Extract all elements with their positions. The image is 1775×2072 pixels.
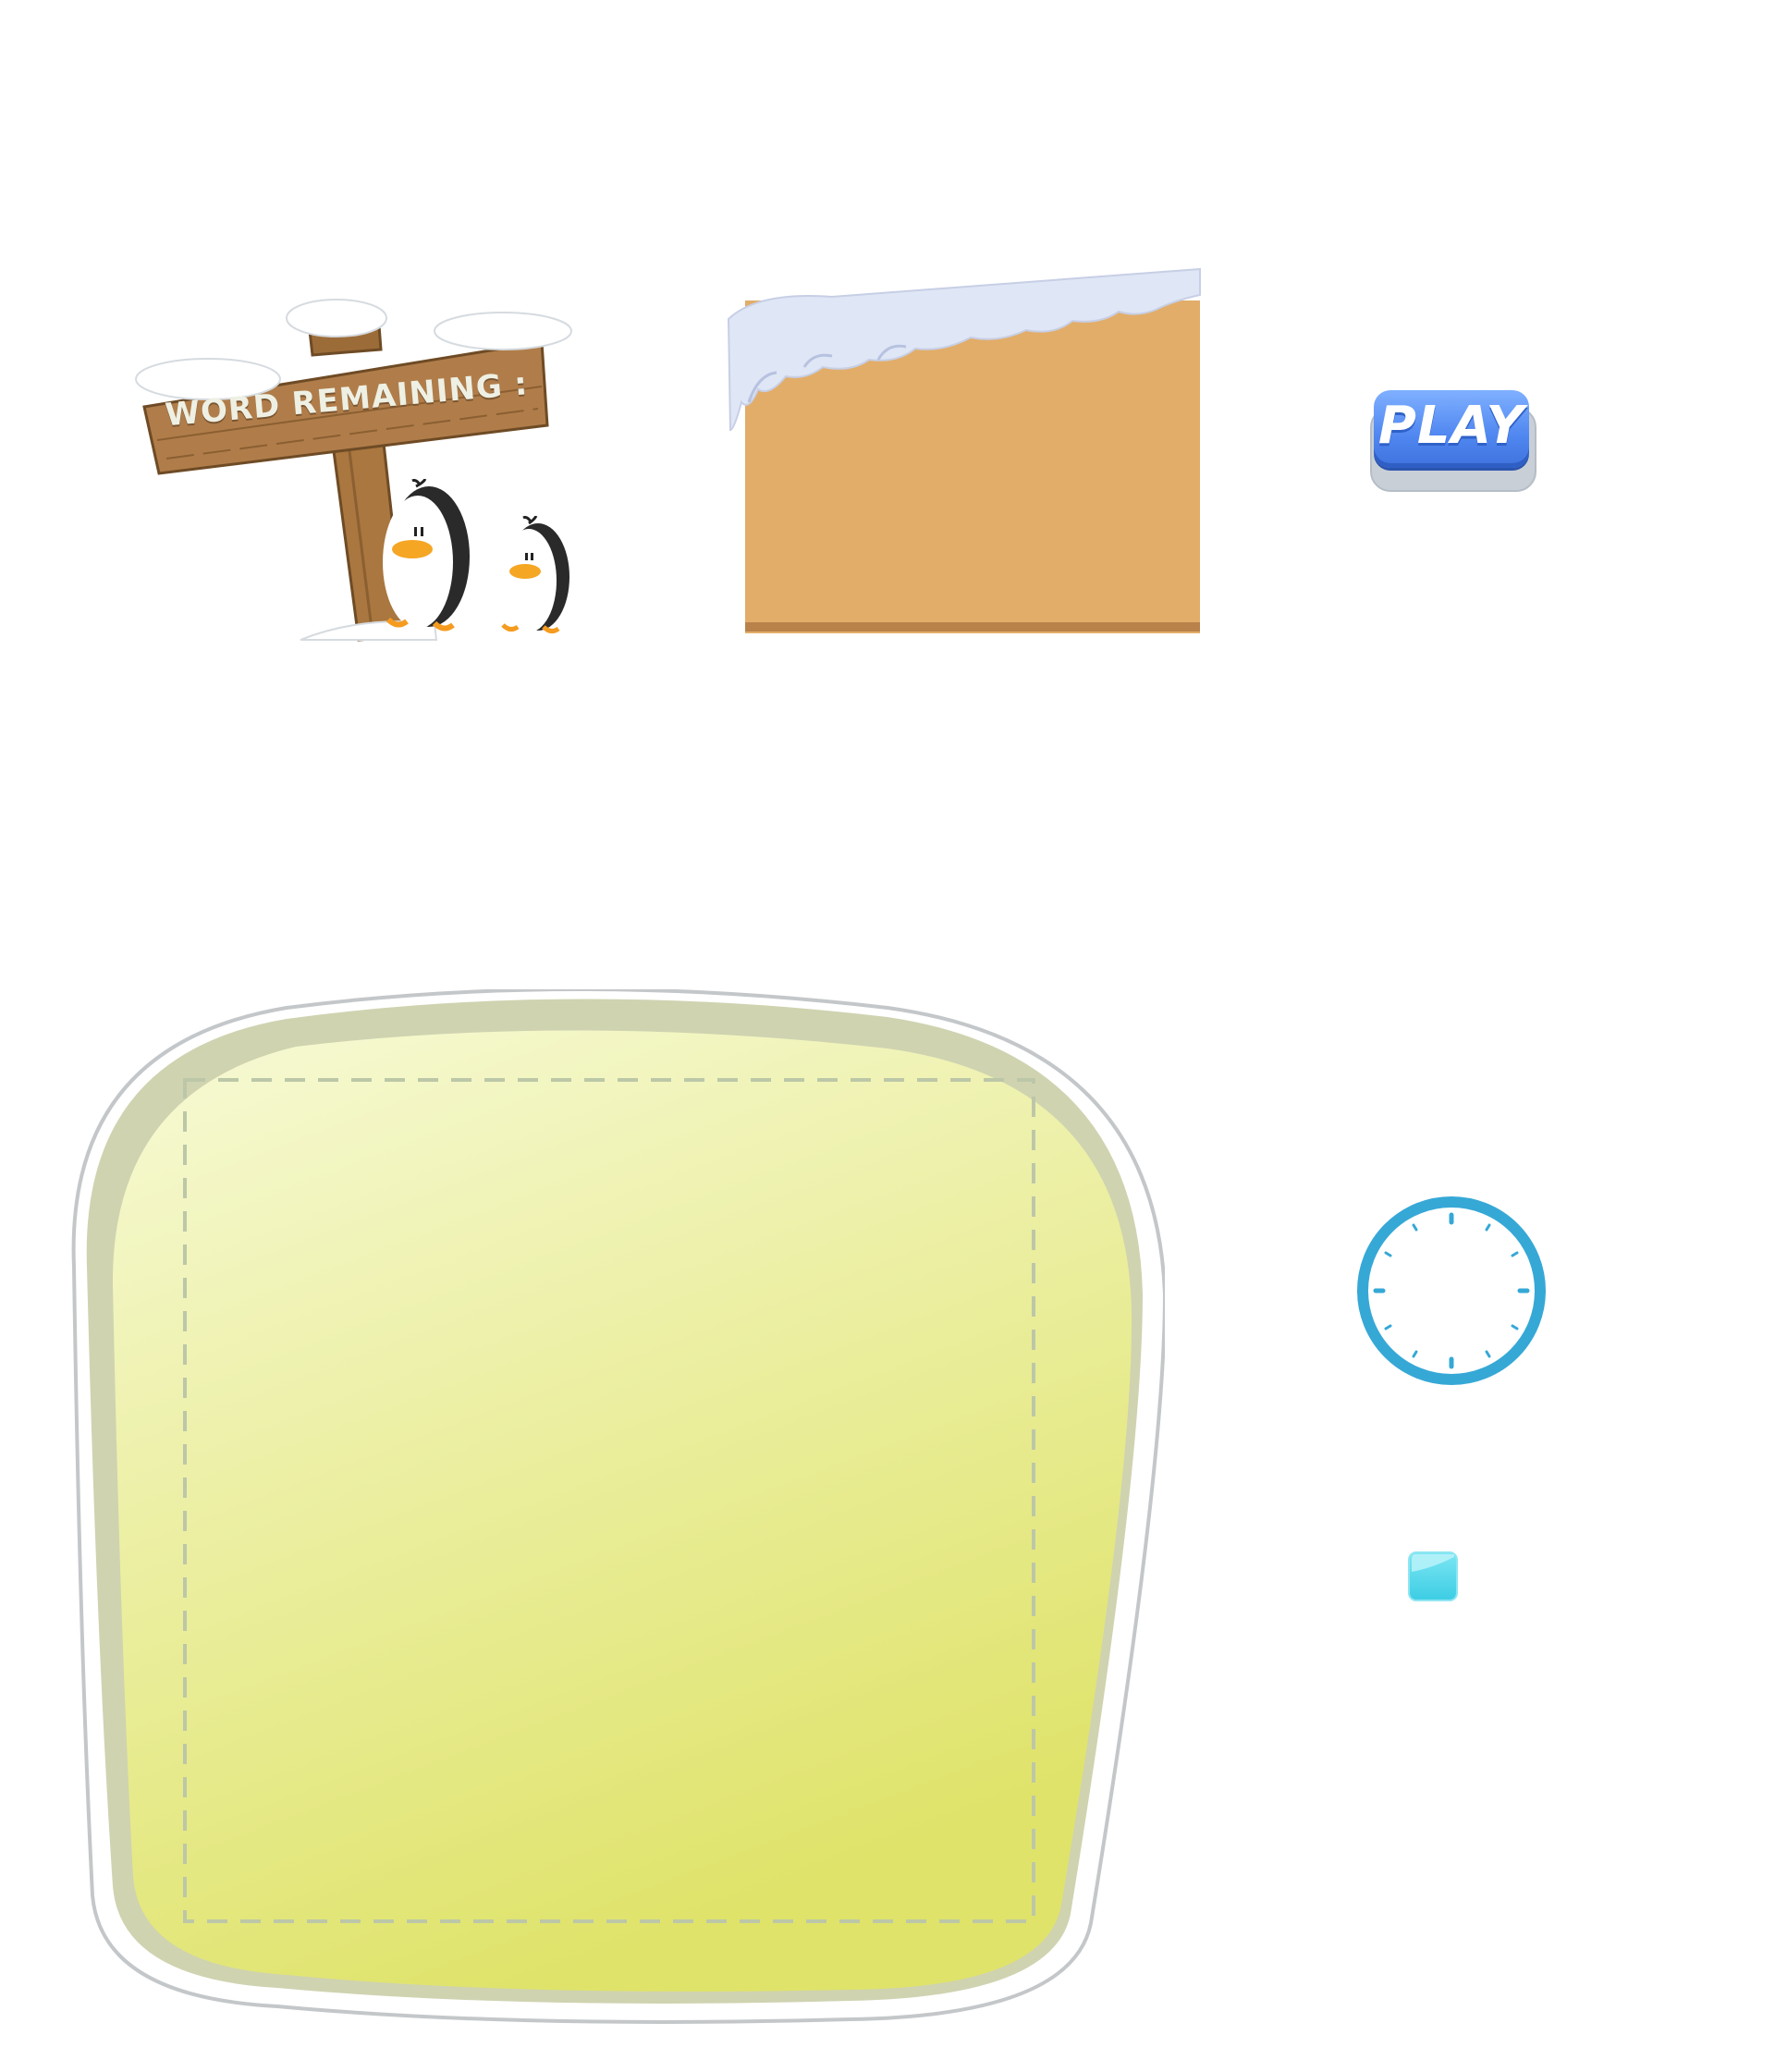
clock-icon [1353,1193,1549,1389]
word-remaining-sign: WORD REMAINING : [111,277,610,647]
tile-icon [1408,1551,1458,1601]
penguin-icon [501,516,569,634]
penguin-icon [383,479,470,631]
letter-tile[interactable] [1408,1551,1458,1601]
play-button[interactable]: PLAY [1368,386,1536,492]
play-button-label: PLAY [1377,396,1525,456]
clock-face [1357,1196,1546,1385]
board-icon [71,987,1168,2024]
letter-board [55,987,1168,2034]
wood-panel-icon [727,267,1201,633]
snowy-wood-panel [721,264,1202,633]
